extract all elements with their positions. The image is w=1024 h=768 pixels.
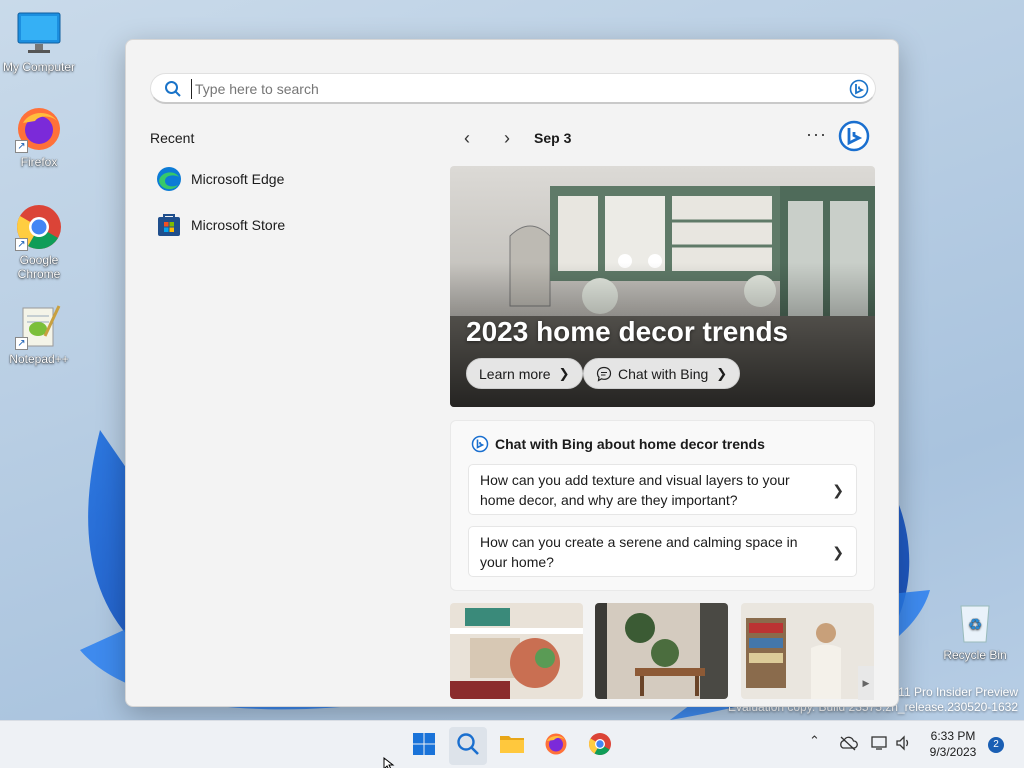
recent-item-microsoft-store[interactable]: Microsoft Store xyxy=(156,207,406,243)
search-icon xyxy=(456,732,480,761)
search-box[interactable] xyxy=(150,73,876,104)
decor-thumbnail-2[interactable] xyxy=(595,603,728,699)
desktop-icon-label: Recycle Bin xyxy=(943,648,1007,662)
decor-thumbnail-1[interactable] xyxy=(450,603,583,699)
chevron-right-icon: ❯ xyxy=(558,365,570,381)
previous-day-button[interactable]: ‹ xyxy=(457,128,477,148)
chat-suggestion-1[interactable]: How can you add texture and visual layer… xyxy=(468,464,857,515)
firefox-icon xyxy=(544,732,568,761)
chrome-icon: ↗ xyxy=(15,203,63,251)
taskbar-search-button[interactable] xyxy=(449,727,487,765)
search-input[interactable] xyxy=(191,79,831,99)
show-hidden-icons-button[interactable]: ⌃ xyxy=(809,733,820,749)
chat-with-bing-button[interactable]: Chat with Bing ❯ xyxy=(583,358,741,389)
onedrive-offline-icon[interactable] xyxy=(838,735,858,754)
recent-item-microsoft-edge[interactable]: Microsoft Edge xyxy=(156,161,406,197)
recent-item-label: Microsoft Edge xyxy=(191,171,285,187)
bing-logo-icon[interactable] xyxy=(838,120,870,157)
recent-heading: Recent xyxy=(150,130,195,146)
chevron-right-icon: › xyxy=(504,128,510,148)
chevron-right-icon: ❯ xyxy=(832,544,844,560)
hero-card[interactable]: 2023 home decor trends Learn more ❯ Chat… xyxy=(450,166,875,407)
chevron-right-icon: ❯ xyxy=(832,482,844,498)
file-explorer-icon xyxy=(499,732,525,761)
notepadpp-icon: ↗ xyxy=(15,302,63,350)
chrome-icon xyxy=(588,732,612,761)
desktop-icon-google-chrome[interactable]: ↗ Google Chrome xyxy=(1,203,77,281)
desktop-icon-firefox[interactable]: ↗ Firefox xyxy=(1,105,77,169)
notification-badge[interactable]: 2 xyxy=(988,737,1004,753)
chat-suggestion-2[interactable]: How can you create a serene and calming … xyxy=(468,526,857,577)
firefox-taskbar-button[interactable] xyxy=(537,727,575,765)
learn-more-button[interactable]: Learn more ❯ xyxy=(466,358,583,389)
recent-item-label: Microsoft Store xyxy=(191,217,286,233)
chevron-right-icon: ❯ xyxy=(716,365,728,381)
recycle-bin-icon: ♻ xyxy=(951,598,999,646)
start-icon xyxy=(412,732,436,761)
more-options-button[interactable]: ··· xyxy=(806,124,827,145)
desktop-icon-my-computer[interactable]: My Computer xyxy=(1,10,77,74)
search-icon xyxy=(164,80,182,103)
chevron-left-icon: ‹ xyxy=(464,128,470,148)
edge-icon xyxy=(156,166,182,192)
network-icon[interactable] xyxy=(871,735,889,754)
start-button[interactable] xyxy=(405,727,443,765)
bing-chat-icon[interactable] xyxy=(849,79,869,104)
store-icon xyxy=(156,212,182,238)
desktop-icon-label: My Computer xyxy=(2,60,76,74)
bing-icon xyxy=(471,435,489,453)
hero-title: 2023 home decor trends xyxy=(466,316,789,347)
chrome-taskbar-button[interactable] xyxy=(581,727,619,765)
desktop-icon-notepadpp[interactable]: ↗ Notepad++ xyxy=(1,302,77,366)
chat-card-heading: Chat with Bing about home decor trends xyxy=(471,435,765,453)
monitor-icon xyxy=(15,10,63,58)
shortcut-arrow-icon: ↗ xyxy=(15,238,28,251)
svg-text:♻: ♻ xyxy=(968,615,982,634)
highlight-date: Sep 3 xyxy=(534,130,572,146)
shortcut-arrow-icon: ↗ xyxy=(15,337,28,350)
taskbar-clock[interactable]: 6:33 PM 9/3/2023 xyxy=(920,728,986,760)
chat-bubble-icon xyxy=(596,366,612,382)
desktop-icon-label: Notepad++ xyxy=(9,352,69,366)
desktop-icon-recycle-bin[interactable]: ♻ Recycle Bin xyxy=(937,598,1013,662)
taskbar: ⌃ 6:33 PM 9/3/2023 2 xyxy=(0,720,1024,768)
desktop-icon-label: Firefox xyxy=(20,155,58,169)
thumbnail-scroll-right-button[interactable]: ▶ xyxy=(858,666,874,700)
decor-thumbnail-3[interactable] xyxy=(741,603,874,699)
shortcut-arrow-icon: ↗ xyxy=(15,140,28,153)
firefox-icon: ↗ xyxy=(15,105,63,153)
file-explorer-button[interactable] xyxy=(493,727,531,765)
bing-chat-card: Chat with Bing about home decor trends H… xyxy=(450,420,875,591)
next-day-button[interactable]: › xyxy=(497,128,517,148)
volume-icon[interactable] xyxy=(895,735,913,754)
desktop-icon-label: Google Chrome xyxy=(17,253,61,281)
mouse-cursor-icon xyxy=(383,757,395,768)
search-flyout: Recent Microsoft Edge Microsoft Store ‹ … xyxy=(125,39,899,707)
